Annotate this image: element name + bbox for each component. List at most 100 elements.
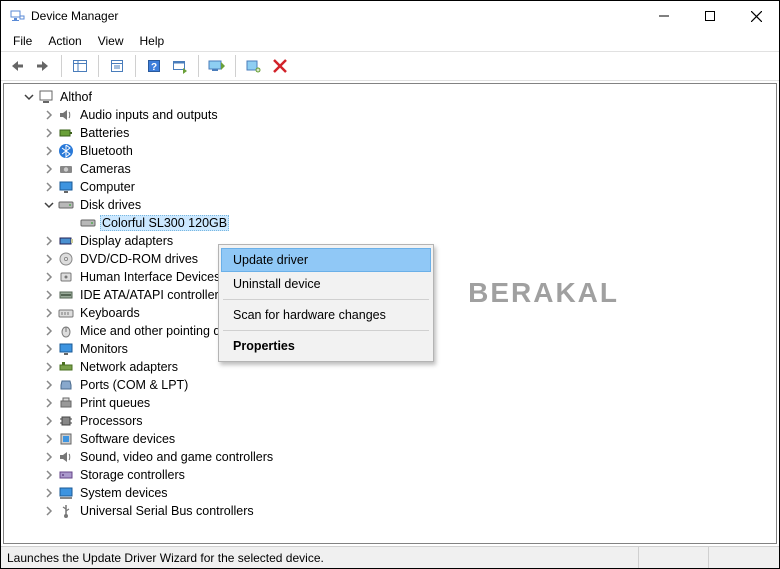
ctx-update-driver[interactable]: Update driver <box>221 248 431 272</box>
network-adapter-icon <box>58 359 74 375</box>
chevron-right-icon[interactable] <box>42 162 56 176</box>
tree-item-disk-drives[interactable]: Disk drives <box>8 196 772 214</box>
chevron-right-icon[interactable] <box>42 360 56 374</box>
tree-item-print-queues[interactable]: Print queues <box>8 394 772 412</box>
maximize-button[interactable] <box>687 1 733 31</box>
tree-item-batteries[interactable]: Batteries <box>8 124 772 142</box>
tree-item-label: Bluetooth <box>78 144 135 158</box>
help-button[interactable]: ? <box>142 54 166 78</box>
tree-item-computer[interactable]: Computer <box>8 178 772 196</box>
tree-item-cameras[interactable]: Cameras <box>8 160 772 178</box>
menu-help[interactable]: Help <box>132 32 173 50</box>
tree-item-ports[interactable]: Ports (COM & LPT) <box>8 376 772 394</box>
hid-icon <box>58 269 74 285</box>
toolbar-separator <box>61 55 62 77</box>
chevron-right-icon[interactable] <box>42 324 56 338</box>
ide-controller-icon <box>58 287 74 303</box>
tree-item-bluetooth[interactable]: Bluetooth <box>8 142 772 160</box>
chevron-right-icon[interactable] <box>42 144 56 158</box>
storage-controller-icon <box>58 467 74 483</box>
forward-button[interactable] <box>31 54 55 78</box>
status-cell-empty <box>709 547 779 568</box>
chevron-down-icon[interactable] <box>42 198 56 212</box>
menu-action[interactable]: Action <box>40 32 89 50</box>
chevron-right-icon[interactable] <box>42 396 56 410</box>
minimize-button[interactable] <box>641 1 687 31</box>
chevron-right-icon[interactable] <box>42 252 56 266</box>
chevron-right-icon[interactable] <box>42 378 56 392</box>
toolbar-separator <box>235 55 236 77</box>
tree-item-audio[interactable]: Audio inputs and outputs <box>8 106 772 124</box>
tree-item-usb-controllers[interactable]: Universal Serial Bus controllers <box>8 502 772 520</box>
chevron-right-icon[interactable] <box>42 288 56 302</box>
tree-item-label: Universal Serial Bus controllers <box>78 504 256 518</box>
chevron-right-icon[interactable] <box>42 450 56 464</box>
ctx-scan-hardware[interactable]: Scan for hardware changes <box>221 303 431 327</box>
menu-view[interactable]: View <box>90 32 132 50</box>
chevron-right-icon[interactable] <box>42 126 56 140</box>
chevron-right-icon[interactable] <box>42 486 56 500</box>
ctx-uninstall-device[interactable]: Uninstall device <box>221 272 431 296</box>
chevron-right-icon[interactable] <box>42 234 56 248</box>
status-text: Launches the Update Driver Wizard for th… <box>1 547 639 568</box>
toolbar-separator <box>135 55 136 77</box>
camera-icon <box>58 161 74 177</box>
update-driver-button[interactable] <box>205 54 229 78</box>
tree-item-storage-controllers[interactable]: Storage controllers <box>8 466 772 484</box>
content-area: Althof Audio inputs and outputs Batterie… <box>1 81 779 546</box>
tree-item-label: Batteries <box>78 126 131 140</box>
tree-item-colorful-sl300[interactable]: Colorful SL300 120GB <box>8 214 772 232</box>
tree-root[interactable]: Althof <box>8 88 772 106</box>
ctx-item-label: Uninstall device <box>233 277 321 291</box>
tree-item-label: Audio inputs and outputs <box>78 108 220 122</box>
tree-item-label: Colorful SL300 120GB <box>100 215 229 231</box>
tree-item-label: IDE ATA/ATAPI controllers <box>78 288 227 302</box>
tree-item-label: Software devices <box>78 432 177 446</box>
processor-icon <box>58 413 74 429</box>
mouse-icon <box>58 323 74 339</box>
chevron-right-icon[interactable] <box>42 180 56 194</box>
menu-file[interactable]: File <box>5 32 40 50</box>
toolbar-separator <box>98 55 99 77</box>
back-button[interactable] <box>5 54 29 78</box>
chevron-right-icon[interactable] <box>42 306 56 320</box>
show-hide-tree-button[interactable] <box>68 54 92 78</box>
usb-icon <box>58 503 74 519</box>
chevron-right-icon[interactable] <box>42 504 56 518</box>
chevron-right-icon[interactable] <box>42 342 56 356</box>
keyboard-icon <box>58 305 74 321</box>
tree-item-software-devices[interactable]: Software devices <box>8 430 772 448</box>
chevron-right-icon[interactable] <box>42 432 56 446</box>
software-device-icon <box>58 431 74 447</box>
chevron-right-icon[interactable] <box>42 414 56 428</box>
chevron-right-icon[interactable] <box>42 108 56 122</box>
speaker-icon <box>58 107 74 123</box>
toolbar-separator <box>198 55 199 77</box>
close-button[interactable] <box>733 1 779 31</box>
tree-item-sound-controllers[interactable]: Sound, video and game controllers <box>8 448 772 466</box>
chevron-right-icon[interactable] <box>42 468 56 482</box>
device-tree[interactable]: Althof Audio inputs and outputs Batterie… <box>3 83 777 544</box>
uninstall-button[interactable] <box>268 54 292 78</box>
printer-icon <box>58 395 74 411</box>
tree-item-label: Storage controllers <box>78 468 187 482</box>
chevron-down-icon[interactable] <box>22 90 36 104</box>
bluetooth-icon <box>58 143 74 159</box>
scan-hardware-button[interactable] <box>242 54 266 78</box>
tree-item-label: Human Interface Devices <box>78 270 222 284</box>
tree-item-processors[interactable]: Processors <box>8 412 772 430</box>
action-button[interactable] <box>168 54 192 78</box>
monitor-icon <box>58 179 74 195</box>
context-menu: Update driver Uninstall device Scan for … <box>218 244 434 362</box>
tree-item-label: Print queues <box>78 396 152 410</box>
tree-item-label: Sound, video and game controllers <box>78 450 275 464</box>
status-bar: Launches the Update Driver Wizard for th… <box>1 546 779 568</box>
menu-bar: File Action View Help <box>1 31 779 51</box>
tree-item-system-devices[interactable]: System devices <box>8 484 772 502</box>
chevron-right-icon[interactable] <box>42 270 56 284</box>
properties-button[interactable] <box>105 54 129 78</box>
ctx-properties[interactable]: Properties <box>221 334 431 358</box>
system-device-icon <box>58 485 74 501</box>
tree-item-label: Display adapters <box>78 234 175 248</box>
ctx-item-label: Update driver <box>233 253 308 267</box>
